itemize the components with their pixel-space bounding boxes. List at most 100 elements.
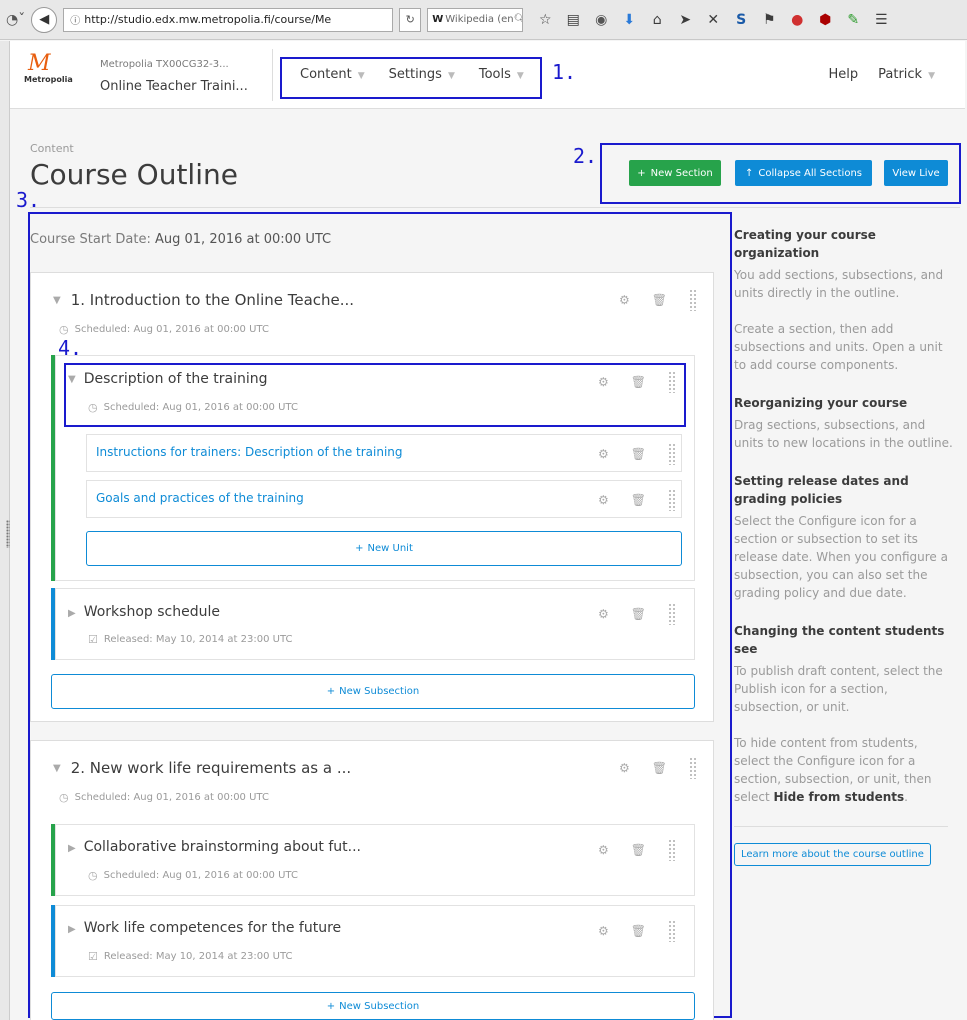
expand-triangle-icon[interactable]: ▶: [68, 843, 76, 854]
drag-handle-icon[interactable]: [668, 839, 676, 861]
reload-button[interactable]: ↻: [399, 7, 422, 32]
new-section-button[interactable]: + New Section: [629, 160, 721, 186]
s-extension-icon[interactable]: S: [733, 12, 749, 28]
subsection-status-text: Released: May 10, 2014 at 23:00 UTC: [103, 951, 293, 962]
drag-handle-icon[interactable]: [668, 443, 676, 465]
gear-icon[interactable]: ⚙: [619, 293, 630, 307]
red-extension-icon[interactable]: ●: [789, 12, 805, 28]
annotation-box-4: [64, 363, 686, 427]
sidebar-heading: Changing the content students see: [734, 624, 945, 656]
extension-icon[interactable]: ✕: [705, 12, 721, 28]
section-title[interactable]: ▼ 1. Introduction to the Online Teache...: [53, 291, 354, 309]
sidebar-text: To publish draft content, select the Pub…: [734, 664, 943, 714]
gear-icon[interactable]: ⚙: [598, 493, 609, 507]
drag-handle-icon[interactable]: [689, 757, 697, 779]
subsection-actions: ⚙ 🗑︎: [598, 603, 676, 625]
subsection-actions: ⚙ 🗑︎: [598, 920, 676, 942]
section-status-text: Scheduled: Aug 01, 2016 at 00:00 UTC: [74, 792, 269, 803]
sidebar-block-changing: Changing the content students see To pub…: [734, 622, 954, 806]
drag-handle-icon[interactable]: [668, 920, 676, 942]
section-title-text: 2. New work life requirements as a ...: [70, 759, 352, 777]
trash-icon[interactable]: 🗑︎: [631, 843, 646, 857]
expand-triangle-icon[interactable]: ▶: [68, 608, 76, 619]
reload-icon: ↻: [405, 13, 415, 26]
subsection-workshop: ▶ Workshop schedule ☑ Released: May 10, 20…: [55, 588, 695, 660]
trash-icon[interactable]: 🗑︎: [631, 924, 646, 938]
drag-handle-icon[interactable]: [668, 489, 676, 511]
pocket-icon[interactable]: ◉: [593, 12, 609, 28]
addon-icon[interactable]: ✎: [845, 12, 861, 28]
user-nav: Help Patrick ▼: [828, 67, 935, 82]
drag-handle-icon[interactable]: [668, 603, 676, 625]
drag-handle-icon[interactable]: [689, 289, 697, 311]
user-name: Patrick: [878, 67, 923, 82]
trash-icon[interactable]: 🗑︎: [652, 761, 667, 775]
collapse-triangle-icon[interactable]: ▼: [53, 763, 61, 774]
gear-icon[interactable]: ⚙: [598, 924, 609, 938]
logo-mark: M: [28, 51, 51, 76]
subsection-title[interactable]: ▶ Work life competences for the future: [68, 920, 341, 936]
send-icon[interactable]: ➤: [677, 12, 693, 28]
sidebar-text-hide-bold: Hide from students: [773, 790, 905, 804]
subsection-title-text: Collaborative brainstorming about fut...: [83, 839, 361, 855]
subsection-title[interactable]: ▶ Collaborative brainstorming about fut..…: [68, 839, 361, 855]
subsection-title[interactable]: ▶ Workshop schedule: [68, 604, 220, 620]
gear-icon[interactable]: ⚙: [619, 761, 630, 775]
annotation-label-2: 2.: [573, 144, 598, 168]
home-icon[interactable]: ⌂: [649, 12, 665, 28]
bookmark-star-icon[interactable]: ☆: [537, 12, 553, 28]
unit-actions: ⚙ 🗑︎: [598, 489, 676, 511]
browser-toolbar: ◔ˇ ◀ ⓘ http://studio.edx.mw.metropolia.f…: [0, 0, 967, 40]
plus-icon: +: [637, 167, 646, 179]
history-icon[interactable]: ◔ˇ: [6, 12, 25, 28]
unit-title-link[interactable]: Goals and practices of the training: [96, 491, 304, 505]
gear-icon[interactable]: ⚙: [598, 607, 609, 621]
section-title-text: 1. Introduction to the Online Teache...: [70, 291, 355, 309]
url-text: http://studio.edx.mw.metropolia.fi/cours…: [84, 13, 332, 26]
metropolia-logo[interactable]: M Metropolia: [24, 51, 73, 95]
clock-icon: ◷: [59, 323, 69, 336]
search-input[interactable]: WWikipedia (en🔍︎: [427, 7, 524, 32]
section-title[interactable]: ▼ 2. New work life requirements as a ...: [53, 759, 351, 777]
menu-icon[interactable]: ☰: [873, 12, 889, 28]
download-icon[interactable]: ⬇: [621, 12, 637, 28]
start-date-label: Course Start Date:: [30, 232, 151, 247]
annotation-label-4: 4.: [58, 336, 83, 360]
reading-list-icon[interactable]: ▤: [565, 12, 581, 28]
toolbar-icons: ☆ ▤ ◉ ⬇ ⌂ ➤ ✕ S ⚑ ● ⬢ ✎ ☰: [537, 12, 889, 28]
sidebar-block-creating: Creating your course organization You ad…: [734, 226, 954, 374]
trash-icon[interactable]: 🗑︎: [652, 293, 667, 307]
trash-icon[interactable]: 🗑︎: [631, 493, 646, 507]
new-subsection-button[interactable]: + New Subsection: [51, 992, 695, 1020]
expand-triangle-icon[interactable]: ▶: [68, 924, 76, 935]
annotation-label-1: 1.: [552, 60, 577, 84]
course-start-date: Course Start Date: Aug 01, 2016 at 00:00…: [30, 232, 331, 247]
plus-icon: +: [326, 1000, 336, 1012]
new-subsection-button[interactable]: + New Subsection: [51, 674, 695, 709]
view-live-button[interactable]: View Live: [884, 160, 948, 186]
unit-title-link[interactable]: Instructions for trainers: Description o…: [96, 445, 403, 459]
new-unit-button[interactable]: + New Unit: [86, 531, 682, 566]
collapse-all-sections-button[interactable]: ↑ Collapse All Sections: [735, 160, 872, 186]
ublock-icon[interactable]: ⬢: [817, 12, 833, 28]
back-button[interactable]: ◀: [31, 6, 58, 33]
course-title[interactable]: Online Teacher Traini...: [100, 79, 248, 94]
gear-icon[interactable]: ⚙: [598, 447, 609, 461]
back-arrow-icon: ◀: [39, 12, 50, 27]
gear-icon[interactable]: ⚙: [598, 843, 609, 857]
check-icon: ☑: [88, 950, 98, 963]
trash-icon[interactable]: 🗑︎: [631, 607, 646, 621]
trash-icon[interactable]: 🗑︎: [631, 447, 646, 461]
learn-more-button[interactable]: Learn more about the course outline: [734, 843, 931, 866]
url-bar[interactable]: ⓘ http://studio.edx.mw.metropolia.fi/cou…: [63, 7, 394, 32]
section-status: ◷ Scheduled: Aug 01, 2016 at 00:00 UTC: [59, 791, 269, 804]
help-link[interactable]: Help: [828, 67, 858, 82]
resize-handle[interactable]: [6, 520, 10, 548]
flag-icon[interactable]: ⚑: [761, 12, 777, 28]
sidebar-text-hide: To hide content from students, select th…: [734, 734, 954, 806]
collapse-triangle-icon[interactable]: ▼: [53, 295, 61, 306]
subsection-title-text: Work life competences for the future: [83, 920, 342, 936]
user-menu[interactable]: Patrick ▼: [878, 67, 935, 82]
sidebar-divider: [734, 826, 948, 827]
section-status: ◷ Scheduled: Aug 01, 2016 at 00:00 UTC: [59, 323, 269, 336]
